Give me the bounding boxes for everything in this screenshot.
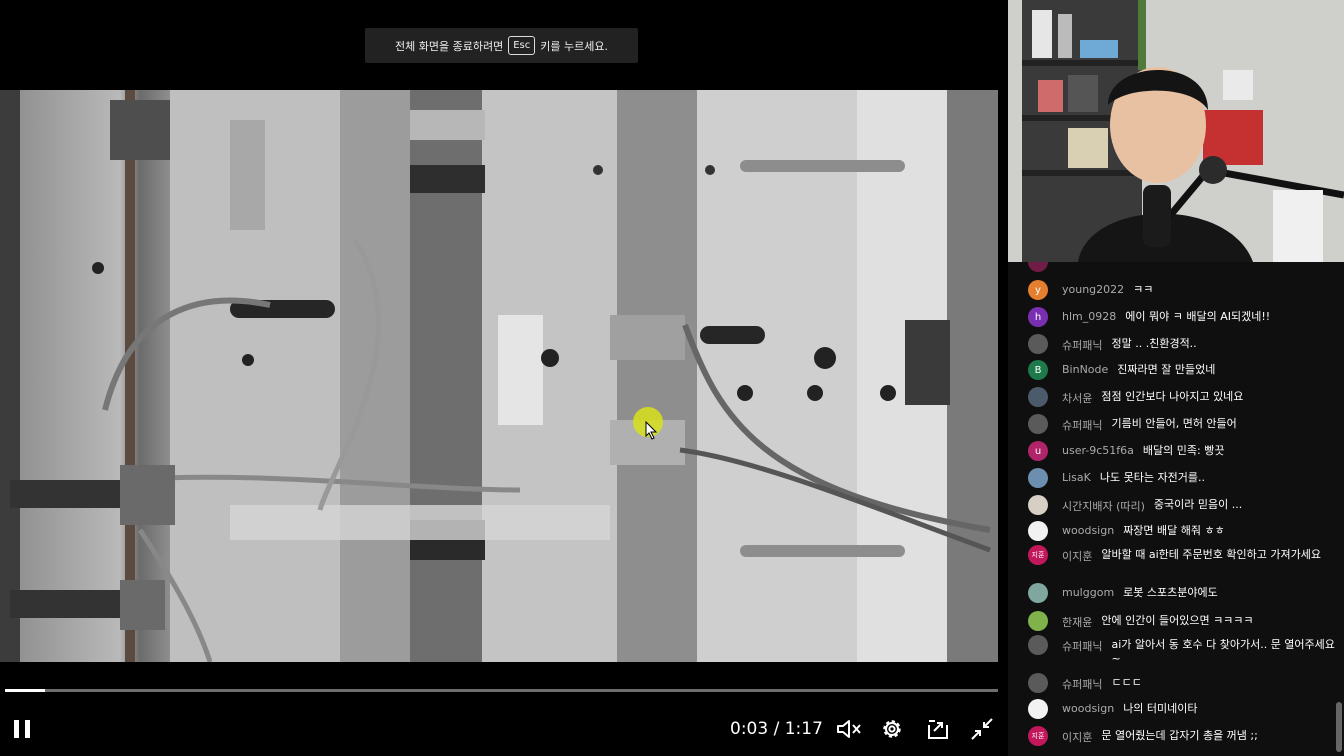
avatar[interactable] bbox=[1028, 583, 1048, 603]
chat-message: u user-9c51f6a 배달의 민족: 빵끗 bbox=[1028, 441, 1338, 461]
avatar[interactable] bbox=[1028, 468, 1048, 488]
chat-message-text: 에이 뭐야 ㅋ 배달의 AI되겠네!! bbox=[1125, 310, 1271, 323]
chat-author-name[interactable]: mulggom bbox=[1062, 586, 1114, 599]
chat-message-text: 나의 터미네이타 bbox=[1123, 702, 1198, 715]
chat-message: 지훈 이지훈 문 열어줬는데 갑자기 총을 꺼냄 ;; bbox=[1028, 726, 1338, 746]
chat-message: woodsign 짜장면 배달 해줘 ㅎㅎ bbox=[1028, 521, 1338, 541]
chat-message-text: 기름비 안들어, 면허 안들어 bbox=[1111, 417, 1237, 430]
chat-message-text: 정말 .. .친환경적.. bbox=[1111, 337, 1197, 350]
chat-message: 슈퍼패닉 기름비 안들어, 면허 안들어 bbox=[1028, 414, 1338, 434]
avatar[interactable]: h bbox=[1028, 307, 1048, 327]
chat-message-text: ai가 알아서 동 호수 다 찾아가서.. 문 열어주세요~ bbox=[1111, 638, 1335, 665]
avatar[interactable] bbox=[1028, 699, 1048, 719]
chat-author-name[interactable]: user-9c51f6a bbox=[1062, 444, 1134, 457]
avatar[interactable] bbox=[1028, 387, 1048, 407]
chat-message-text: ㄷㄷㄷ bbox=[1111, 676, 1142, 689]
chat-author-name[interactable]: 한재윤 bbox=[1062, 614, 1092, 630]
chat-message-text: ㅋㅋ bbox=[1133, 283, 1154, 296]
chat-message: 차서윤 점점 인간보다 나아지고 있네요 bbox=[1028, 387, 1338, 407]
chat-author-name[interactable]: woodsign bbox=[1062, 702, 1114, 715]
avatar[interactable] bbox=[1028, 673, 1048, 693]
chat-author-name[interactable]: 시간지배자 (따리) bbox=[1062, 498, 1145, 514]
mute-button[interactable] bbox=[832, 708, 866, 750]
progress-bar-played bbox=[5, 689, 45, 692]
exit-fullscreen-icon bbox=[971, 718, 993, 740]
chat-message: LisaK 나도 못타는 자전거를.. bbox=[1028, 468, 1338, 488]
machine-illustration bbox=[0, 90, 998, 662]
chat-message: 슈퍼패닉 정말 .. .친환경적.. bbox=[1028, 334, 1338, 354]
chat-author-name[interactable]: hlm_0928 bbox=[1062, 310, 1116, 323]
live-chat-panel[interactable]: y young2022 ㅋㅋ h hlm_0928 에이 뭐야 ㅋ 배달의 AI되겠네!!… bbox=[1008, 262, 1344, 756]
hint-text-after: 키를 누르세요. bbox=[540, 39, 608, 53]
chat-author-name[interactable]: LisaK bbox=[1062, 471, 1091, 484]
avatar[interactable] bbox=[1028, 334, 1048, 354]
avatar[interactable]: u bbox=[1028, 441, 1048, 461]
chat-message: 시간지배자 (따리) 중국이라 믿음이 ... bbox=[1028, 495, 1338, 515]
chat-message: y young2022 ㅋㅋ bbox=[1028, 280, 1338, 300]
pause-icon bbox=[14, 720, 30, 738]
avatar[interactable] bbox=[1028, 414, 1048, 434]
avatar[interactable] bbox=[1028, 521, 1048, 541]
chat-message-text: 문 열어줬는데 갑자기 총을 꺼냄 ;; bbox=[1101, 729, 1258, 742]
chat-author-name[interactable]: 슈퍼패닉 bbox=[1062, 337, 1102, 353]
chat-message: 지훈 이지훈 알바할 때 ai한테 주문번호 확인하고 가져가세요 bbox=[1028, 545, 1338, 565]
video-frame-injection-mold[interactable] bbox=[0, 90, 998, 662]
avatar bbox=[1028, 262, 1048, 272]
avatar[interactable] bbox=[1028, 495, 1048, 515]
avatar[interactable]: B bbox=[1028, 360, 1048, 380]
player-controls: 0:03 / 1:17 bbox=[0, 708, 1008, 750]
chat-message: 한재윤 안에 인간이 들어있으면 ㅋㅋㅋㅋ bbox=[1028, 611, 1338, 631]
webcam-image bbox=[1008, 0, 1344, 262]
muted-speaker-icon bbox=[837, 720, 861, 738]
chat-author-name[interactable]: 이지훈 bbox=[1062, 729, 1092, 745]
chat-author-name[interactable]: 슈퍼패닉 bbox=[1062, 417, 1102, 433]
esc-key-badge: Esc bbox=[508, 36, 536, 55]
progress-bar[interactable] bbox=[5, 689, 998, 692]
chat-author-name[interactable]: young2022 bbox=[1062, 283, 1124, 296]
time-display: 0:03 / 1:17 bbox=[730, 719, 823, 739]
chat-message-text: 나도 못타는 자전거를.. bbox=[1099, 471, 1205, 484]
picture-in-picture-icon bbox=[928, 720, 948, 739]
chat-message: h hlm_0928 에이 뭐야 ㅋ 배달의 AI되겠네!! bbox=[1028, 307, 1338, 327]
pause-button[interactable] bbox=[8, 708, 36, 750]
chat-message: mulggom 로봇 스포츠분야에도 bbox=[1028, 583, 1338, 603]
exit-fullscreen-button[interactable] bbox=[966, 708, 998, 750]
avatar[interactable] bbox=[1028, 635, 1048, 655]
streamer-webcam bbox=[1008, 0, 1344, 262]
chat-message-text: 배달의 민족: 빵끗 bbox=[1142, 444, 1225, 457]
chat-author-name[interactable]: 슈퍼패닉 bbox=[1062, 676, 1102, 692]
avatar[interactable]: 지훈 bbox=[1028, 726, 1048, 746]
picture-in-picture-button[interactable] bbox=[922, 708, 954, 750]
chat-author-name[interactable]: BinNode bbox=[1062, 363, 1108, 376]
chat-message: B BinNode 진짜라면 잘 만들었네 bbox=[1028, 360, 1338, 380]
chat-message: 슈퍼패닉 ㄷㄷㄷ bbox=[1028, 673, 1338, 693]
chat-scrollbar[interactable] bbox=[1336, 702, 1342, 752]
chat-author-name[interactable]: 차서윤 bbox=[1062, 390, 1092, 406]
hint-text-before: 전체 화면을 종료하려면 bbox=[395, 39, 504, 53]
chat-message-text: 점점 인간보다 나아지고 있네요 bbox=[1101, 390, 1244, 403]
chat-message: 슈퍼패닉 ai가 알아서 동 호수 다 찾아가서.. 문 열어주세요~ bbox=[1028, 635, 1338, 666]
avatar[interactable] bbox=[1028, 611, 1048, 631]
chat-author-name[interactable]: woodsign bbox=[1062, 524, 1114, 537]
avatar[interactable]: 지훈 bbox=[1028, 545, 1048, 565]
chat-message-text: 알바할 때 ai한테 주문번호 확인하고 가져가세요 bbox=[1101, 548, 1321, 561]
chat-author-name[interactable]: 슈퍼패닉 bbox=[1062, 638, 1102, 654]
chat-message-text: 짜장면 배달 해줘 ㅎㅎ bbox=[1123, 524, 1225, 537]
chat-message-text: 중국이라 믿음이 ... bbox=[1153, 498, 1243, 511]
chat-message: woodsign 나의 터미네이타 bbox=[1028, 699, 1338, 719]
settings-button[interactable] bbox=[876, 708, 908, 750]
video-player[interactable]: 전체 화면을 종료하려면 Esc 키를 누르세요. 0:03 / 1:17 bbox=[0, 0, 1008, 756]
chat-message-text: 안에 인간이 들어있으면 ㅋㅋㅋㅋ bbox=[1101, 614, 1254, 627]
chat-message-text: 진짜라면 잘 만들었네 bbox=[1117, 363, 1216, 376]
gear-icon bbox=[883, 720, 901, 738]
avatar[interactable]: y bbox=[1028, 280, 1048, 300]
chat-author-name[interactable]: 이지훈 bbox=[1062, 548, 1092, 564]
partial-message-top bbox=[1028, 262, 1328, 272]
chat-message-text: 로봇 스포츠분야에도 bbox=[1123, 586, 1218, 599]
fullscreen-exit-hint: 전체 화면을 종료하려면 Esc 키를 누르세요. bbox=[365, 28, 638, 63]
